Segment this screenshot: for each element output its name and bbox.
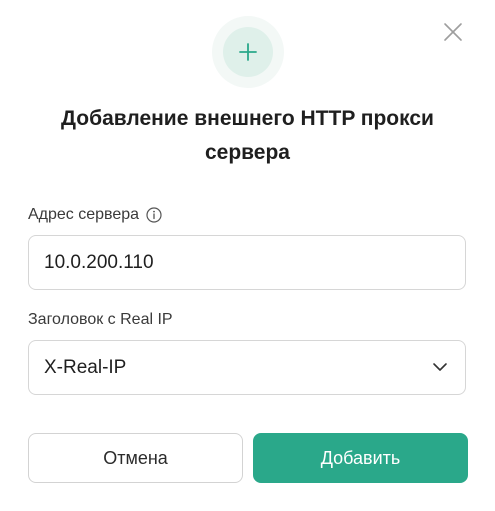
info-icon[interactable] bbox=[146, 207, 162, 223]
add-button[interactable]: Добавить bbox=[253, 433, 468, 483]
real-ip-header-label: Заголовок с Real IP bbox=[28, 311, 173, 328]
dialog-title: Добавление внешнего HTTP прокси сервера bbox=[61, 107, 434, 164]
real-ip-header-select[interactable]: X-Real-IP bbox=[28, 340, 466, 395]
server-address-input[interactable] bbox=[29, 236, 465, 289]
chevron-down-icon bbox=[433, 363, 447, 371]
server-address-label: Адрес сервера bbox=[28, 206, 140, 223]
cancel-button[interactable]: Отмена bbox=[28, 433, 243, 483]
add-proxy-dialog: Добавление внешнего HTTP прокси сервера … bbox=[0, 0, 495, 511]
server-address-field[interactable] bbox=[28, 235, 466, 290]
real-ip-header-value: X-Real-IP bbox=[44, 357, 127, 378]
plus-icon bbox=[239, 43, 257, 61]
close-icon bbox=[444, 23, 462, 41]
server-address-label-row: Адрес сервера bbox=[28, 206, 162, 224]
close-button[interactable] bbox=[441, 20, 465, 44]
header-icon-container bbox=[223, 27, 273, 77]
